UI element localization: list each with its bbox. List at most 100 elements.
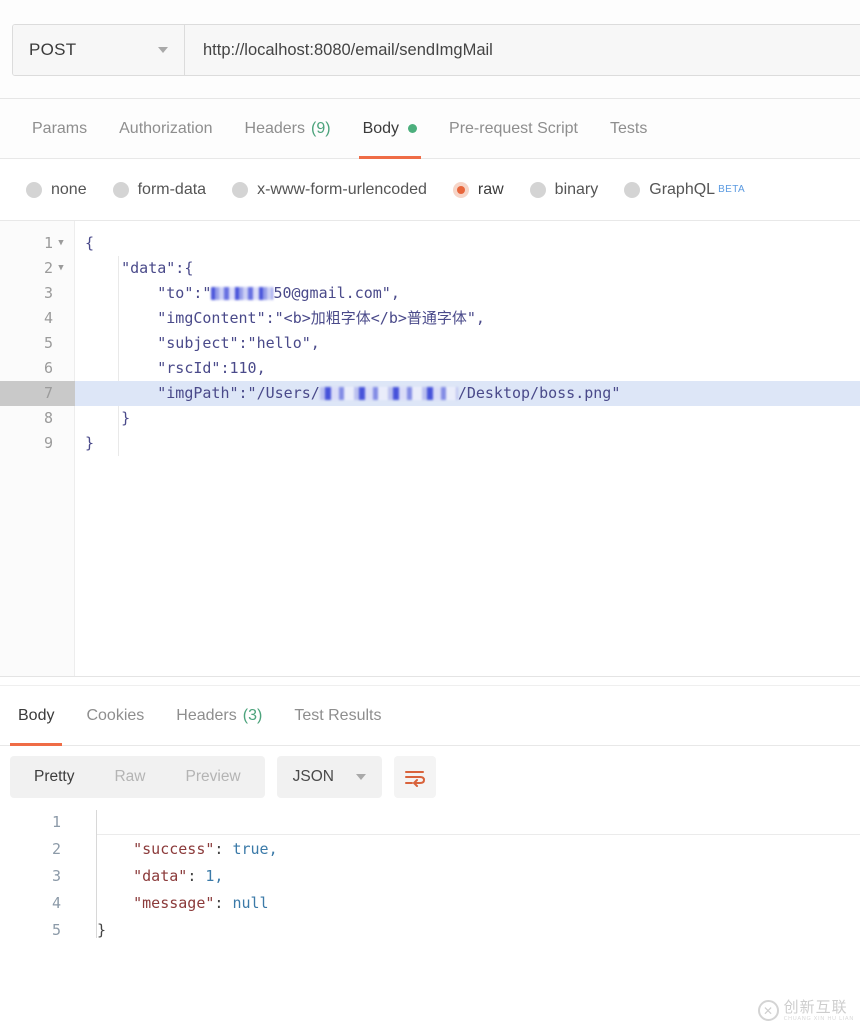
line-text: "data":{ [85, 259, 194, 277]
response-tab-headers-count: (3) [242, 706, 263, 724]
response-body-editor[interactable]: 1 { 2 "success": true, 3 "data": 1, 4 "m… [0, 808, 860, 968]
body-type-radio-group: none form-data x-www-form-urlencoded raw… [0, 159, 860, 221]
json-key: "success" [97, 839, 215, 858]
watermark-logo-icon: ✕ [757, 1000, 779, 1022]
line-text: "data": 1, [75, 867, 860, 885]
view-mode-raw-label: Raw [114, 768, 146, 785]
body-modified-dot-icon [408, 124, 418, 133]
radio-icon [112, 181, 129, 198]
tab-tests[interactable]: Tests [594, 99, 663, 159]
request-url-bar: POST http://localhost:8080/email/sendImg… [12, 24, 860, 76]
tab-params[interactable]: Params [16, 99, 103, 159]
line-text-prefix: "to":" [85, 284, 212, 302]
line-number: 4 [51, 893, 61, 912]
line-text: "to":" 50@gmail.com", [75, 281, 860, 306]
response-tab-body[interactable]: Body [2, 686, 70, 746]
watermark-texts: 创新互联 CHUANG XIN HU LIAN [783, 997, 854, 1023]
http-method-select[interactable]: POST [13, 25, 185, 75]
body-type-x-www-form-urlencoded[interactable]: x-www-form-urlencoded [232, 181, 427, 199]
line-number: 5 [43, 334, 53, 352]
json-key: "message" [97, 893, 215, 912]
code-line: 3 "to":" 50@gmail.com", [0, 281, 860, 306]
body-type-form-data[interactable]: form-data [112, 180, 207, 199]
url-input[interactable]: http://localhost:8080/email/sendImgMail [185, 25, 860, 75]
line-text: "success": true, [75, 840, 860, 858]
tab-headers-count: (9) [311, 119, 331, 137]
fold-arrow-icon[interactable]: ▼ [55, 256, 67, 281]
body-type-x-www-form-urlencoded-label: x-www-form-urlencoded [257, 180, 427, 198]
code-line: 4 "imgContent":"<b>加粗字体</b>普通字体", [0, 306, 860, 331]
redacted-email-block [211, 287, 274, 300]
watermark: ✕ 创新互联 CHUANG XIN HU LIAN [757, 997, 854, 1023]
tab-authorization-label: Authorization [119, 119, 213, 137]
code-line: 1 ▼ { [0, 231, 860, 256]
response-code-line: 5 } [0, 916, 860, 943]
word-wrap-toggle[interactable] [393, 756, 436, 798]
response-tab-bar: Body Cookies Headers (3) Test Results [0, 686, 860, 746]
response-tab-test-results[interactable]: Test Results [278, 686, 397, 746]
line-punc: : [214, 839, 233, 858]
line-punc: } [97, 920, 107, 939]
view-mode-raw[interactable]: Raw [94, 756, 165, 798]
tab-headers-label: Headers [244, 119, 305, 137]
line-text: "imgContent":"<b>加粗字体</b>普通字体", [85, 309, 485, 327]
line-text: "rscId":110, [85, 359, 266, 377]
body-type-form-data-label: form-data [137, 180, 207, 198]
line-text: } [85, 434, 95, 452]
view-mode-preview[interactable]: Preview [166, 756, 261, 798]
line-text: { [85, 234, 95, 252]
response-code-line: 3 "data": 1, [0, 862, 860, 889]
line-number: 7 [0, 381, 75, 406]
line-text-prefix: "imgPath":"/Users/ [85, 384, 320, 402]
tab-body-label: Body [362, 119, 400, 137]
line-text: "subject":"hello", [85, 334, 320, 352]
word-wrap-icon [404, 771, 425, 787]
response-code-line: 4 "message": null [0, 889, 860, 916]
response-view-mode-group: Pretty Raw Preview [10, 756, 265, 798]
request-code-lines: 1 ▼ { 2 ▼ "data":{ 3 "to":" 50@gmail.com", [0, 231, 860, 456]
line-text: "message": null [75, 894, 860, 912]
response-tab-cookies[interactable]: Cookies [70, 686, 160, 746]
fold-arrow-icon[interactable]: ▼ [55, 231, 67, 256]
tab-headers[interactable]: Headers (9) [229, 99, 347, 159]
watermark-chinese-text: 创新互联 [783, 997, 848, 1016]
radio-icon [26, 181, 42, 198]
line-number: 6 [43, 359, 53, 377]
chevron-down-icon [355, 774, 366, 780]
line-text: } [75, 921, 860, 939]
response-tab-body-label: Body [18, 706, 55, 724]
tab-authorization[interactable]: Authorization [103, 99, 228, 159]
response-code-line: 2 "success": true, [0, 835, 860, 862]
body-type-none[interactable]: none [26, 181, 87, 199]
line-number: 2 [51, 839, 61, 858]
view-mode-pretty-label: Pretty [34, 768, 75, 785]
tab-body[interactable]: Body [347, 99, 433, 159]
redacted-username-block [319, 387, 458, 400]
radio-selected-icon [452, 181, 469, 198]
code-line: 9 } [0, 431, 860, 456]
tab-pre-request-script-label: Pre-request Script [449, 119, 578, 137]
request-body-editor[interactable]: 1 ▼ { 2 ▼ "data":{ 3 "to":" 50@gmail.com", [0, 221, 860, 676]
line-number: 1 ▼ [0, 231, 75, 256]
body-type-graphql-label: GraphQL [649, 180, 716, 198]
view-mode-pretty[interactable]: Pretty [14, 756, 94, 798]
json-value: null [232, 893, 269, 912]
response-format-select[interactable]: JSON [276, 756, 382, 798]
body-type-binary[interactable]: binary [529, 181, 598, 199]
radio-icon [529, 181, 546, 198]
response-tab-headers-label: Headers [176, 706, 237, 724]
radio-icon [624, 181, 641, 198]
json-value: true, [232, 839, 278, 858]
body-type-graphql[interactable]: GraphQL BETA [624, 181, 745, 199]
tab-pre-request-script[interactable]: Pre-request Script [433, 99, 594, 159]
request-tab-bar: Params Authorization Headers (9) Body Pr… [0, 99, 860, 159]
json-key: "data" [97, 866, 188, 885]
line-number: 3 [51, 866, 61, 885]
view-mode-preview-label: Preview [185, 768, 241, 785]
line-text-suffix: 50@gmail.com", [273, 284, 400, 302]
body-type-raw[interactable]: raw [452, 181, 504, 199]
code-line: 8 } [0, 406, 860, 431]
response-tab-headers[interactable]: Headers (3) [160, 686, 278, 746]
json-value: 1, [205, 866, 224, 885]
pane-splitter[interactable] [0, 676, 860, 686]
